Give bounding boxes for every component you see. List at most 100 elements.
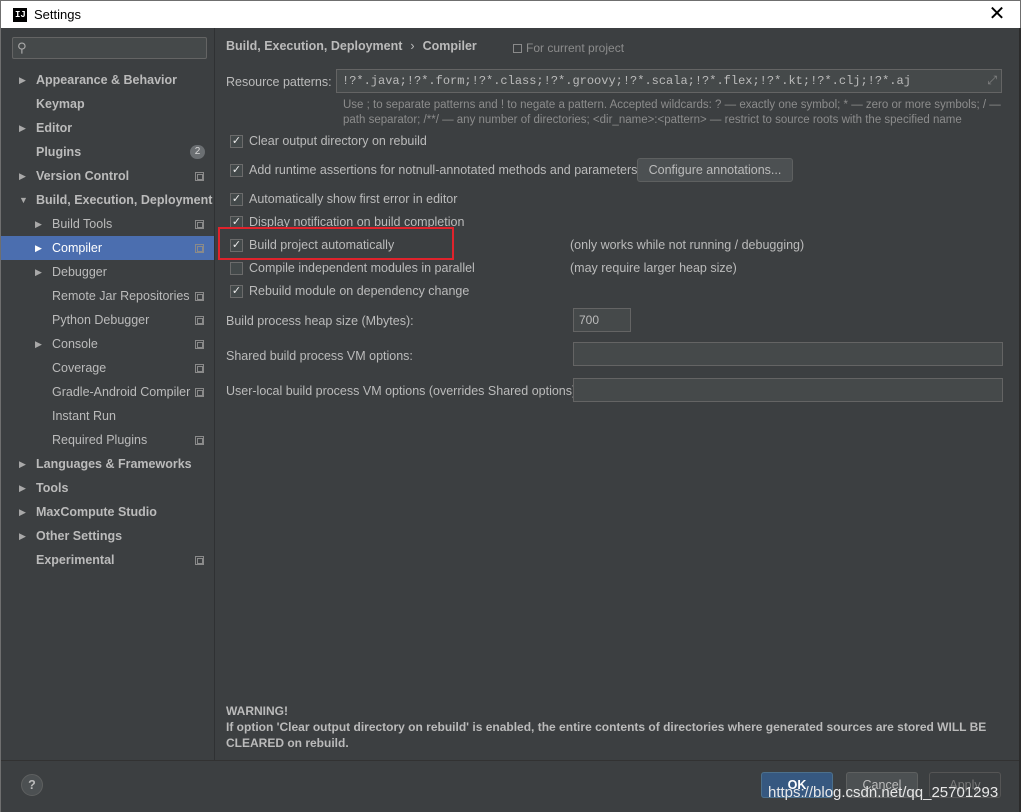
- sidebar-item-plugins[interactable]: Plugins 2: [1, 140, 214, 164]
- heap-size-label: Build process heap size (Mbytes):: [226, 314, 414, 328]
- sidebar-item-python-debugger[interactable]: Python Debugger: [1, 308, 214, 332]
- for-current-project-label: For current project: [526, 41, 625, 55]
- sidebar-item-gradle-android-compiler[interactable]: Gradle-Android Compiler: [1, 380, 214, 404]
- hint-line-2: path separator; /**/ — any number of dir…: [343, 114, 962, 126]
- user-vm-options-field[interactable]: [573, 378, 1003, 402]
- close-icon[interactable]: ✕: [988, 4, 1006, 24]
- sidebar-item-label: Coverage: [52, 361, 107, 375]
- checkbox-checked[interactable]: ✓: [230, 134, 243, 148]
- watermark-url: https://blog.csdn.net/qq_25701293: [768, 784, 999, 801]
- sidebar-item-label: Python Debugger: [52, 313, 150, 327]
- expand-right-icon[interactable]: ▶: [35, 260, 42, 284]
- sidebar-item-coverage[interactable]: Coverage: [1, 356, 214, 380]
- highlight-annotation-box: [218, 227, 454, 260]
- expand-right-icon[interactable]: ▶: [19, 476, 26, 500]
- checkbox-unchecked[interactable]: [230, 261, 243, 275]
- project-scope-icon: [195, 244, 204, 253]
- sidebar-item-label: Plugins: [36, 145, 82, 159]
- sidebar-item-build-tools[interactable]: ▶ Build Tools: [1, 212, 214, 236]
- warning-message: WARNING! If option 'Clear output directo…: [226, 703, 996, 751]
- project-scope-icon: [195, 436, 204, 445]
- expand-right-icon[interactable]: ▶: [19, 524, 26, 548]
- settings-sidebar: ⚲ ▶ Appearance & Behavior Keymap ▶ Editor Plu…: [1, 28, 215, 760]
- project-scope-icon: [195, 220, 204, 229]
- sidebar-item-compiler[interactable]: ▶ Compiler: [1, 236, 214, 260]
- sidebar-item-other-settings[interactable]: ▶ Other Settings: [1, 524, 214, 548]
- expand-right-icon[interactable]: ▶: [19, 116, 26, 140]
- option-row[interactable]: ✓ Add runtime assertions for notnull-anno…: [230, 161, 637, 179]
- sidebar-item-remote-jar-repositories[interactable]: Remote Jar Repositories: [1, 284, 214, 308]
- expand-right-icon[interactable]: ▶: [35, 236, 42, 260]
- sidebar-item-required-plugins[interactable]: Required Plugins: [1, 428, 214, 452]
- option-row[interactable]: Compile independent modules in parallel: [230, 259, 475, 277]
- option-row[interactable]: ✓ Automatically show first error in edito…: [230, 190, 457, 208]
- project-scope-icon: [195, 556, 204, 565]
- sidebar-item-build-execution-deployment[interactable]: ▼ Build, Execution, Deployment: [1, 188, 214, 212]
- expand-right-icon[interactable]: ▶: [19, 452, 26, 476]
- sidebar-item-maxcompute-studio[interactable]: ▶ MaxCompute Studio: [1, 500, 214, 524]
- checkbox-checked[interactable]: ✓: [230, 284, 243, 298]
- expand-right-icon[interactable]: ▶: [35, 332, 42, 356]
- configure-annotations-button[interactable]: Configure annotations...: [637, 158, 793, 182]
- project-scope-icon: [195, 364, 204, 373]
- warning-text: If option 'Clear output directory on reb…: [226, 720, 987, 750]
- option-row[interactable]: ✓ Clear output directory on rebuild: [230, 132, 427, 150]
- option-row[interactable]: ✓ Rebuild module on dependency change: [230, 282, 469, 300]
- sidebar-item-console[interactable]: ▶ Console: [1, 332, 214, 356]
- expand-right-icon[interactable]: ▶: [35, 212, 42, 236]
- expand-down-icon[interactable]: ▼: [19, 188, 28, 212]
- sidebar-item-languages-frameworks[interactable]: ▶ Languages & Frameworks: [1, 452, 214, 476]
- sidebar-item-appearance-behavior[interactable]: ▶ Appearance & Behavior: [1, 68, 214, 92]
- option-label: Rebuild module on dependency change: [249, 284, 470, 298]
- sidebar-item-keymap[interactable]: Keymap: [1, 92, 214, 116]
- hint-line-1: Use ; to separate patterns and ! to nega…: [343, 99, 1001, 111]
- expand-right-icon[interactable]: ▶: [19, 500, 26, 524]
- breadcrumb-parent[interactable]: Build, Execution, Deployment: [226, 39, 402, 53]
- heap-size-field[interactable]: 700: [573, 308, 631, 332]
- sidebar-item-instant-run[interactable]: Instant Run: [1, 404, 214, 428]
- expand-right-icon[interactable]: ▶: [19, 164, 26, 188]
- search-input[interactable]: ⚲: [12, 37, 207, 59]
- checkbox-checked[interactable]: ✓: [230, 192, 243, 206]
- sidebar-item-label: Instant Run: [52, 409, 116, 423]
- option-label: Clear output directory on rebuild: [249, 134, 427, 148]
- dialog-button-bar: ? OK Cancel Apply https://blog.csdn.net/…: [1, 760, 1019, 812]
- help-button[interactable]: ?: [21, 774, 43, 796]
- expand-right-icon[interactable]: ▶: [19, 68, 26, 92]
- option-note: (may require larger heap size): [570, 261, 737, 275]
- sidebar-item-tools[interactable]: ▶ Tools: [1, 476, 214, 500]
- project-scope-icon: [195, 172, 204, 181]
- sidebar-item-label: Version Control: [36, 169, 130, 183]
- option-label: Add runtime assertions for notnull-annot…: [249, 163, 638, 177]
- sidebar-item-editor[interactable]: ▶ Editor: [1, 116, 214, 140]
- sidebar-item-label: Debugger: [52, 265, 107, 279]
- sidebar-item-version-control[interactable]: ▶ Version Control: [1, 164, 214, 188]
- window-title: Settings: [34, 7, 81, 22]
- shared-vm-options-field[interactable]: [573, 342, 1003, 366]
- breadcrumb: Build, Execution, Deployment › Compiler: [226, 39, 477, 53]
- option-label: Automatically show first error in editor: [249, 192, 458, 206]
- sidebar-item-label: Languages & Frameworks: [36, 457, 192, 471]
- sidebar-item-label: Appearance & Behavior: [36, 73, 178, 87]
- search-icon: ⚲: [17, 40, 27, 55]
- title-bar: IJ Settings ✕: [0, 0, 1021, 28]
- sidebar-item-debugger[interactable]: ▶ Debugger: [1, 260, 214, 284]
- sidebar-item-label: Gradle-Android Compiler: [52, 385, 191, 399]
- expand-icon[interactable]: ⤢: [987, 70, 997, 92]
- intellij-app-icon: IJ: [13, 7, 27, 22]
- user-vm-options-label: User-local build process VM options (ove…: [226, 384, 580, 398]
- resource-patterns-hint: Use ; to separate patterns and ! to nega…: [343, 98, 1013, 128]
- sidebar-item-label: Other Settings: [36, 529, 123, 543]
- sidebar-item-experimental[interactable]: Experimental: [1, 548, 214, 572]
- sidebar-item-label: Build Tools: [52, 217, 113, 231]
- resource-patterns-field[interactable]: !?*.java;!?*.form;!?*.class;!?*.groovy;!…: [336, 69, 1002, 93]
- sidebar-item-label: Editor: [36, 121, 73, 135]
- checkbox-checked[interactable]: ✓: [230, 163, 243, 177]
- sidebar-item-label: Experimental: [36, 553, 115, 567]
- project-scope-icon: [513, 44, 522, 53]
- breadcrumb-separator: ›: [410, 39, 415, 53]
- project-scope-icon: [195, 316, 204, 325]
- sidebar-item-label: Required Plugins: [52, 433, 148, 447]
- option-note: (only works while not running / debuggin…: [570, 238, 805, 252]
- for-current-project-note: For current project: [513, 41, 624, 55]
